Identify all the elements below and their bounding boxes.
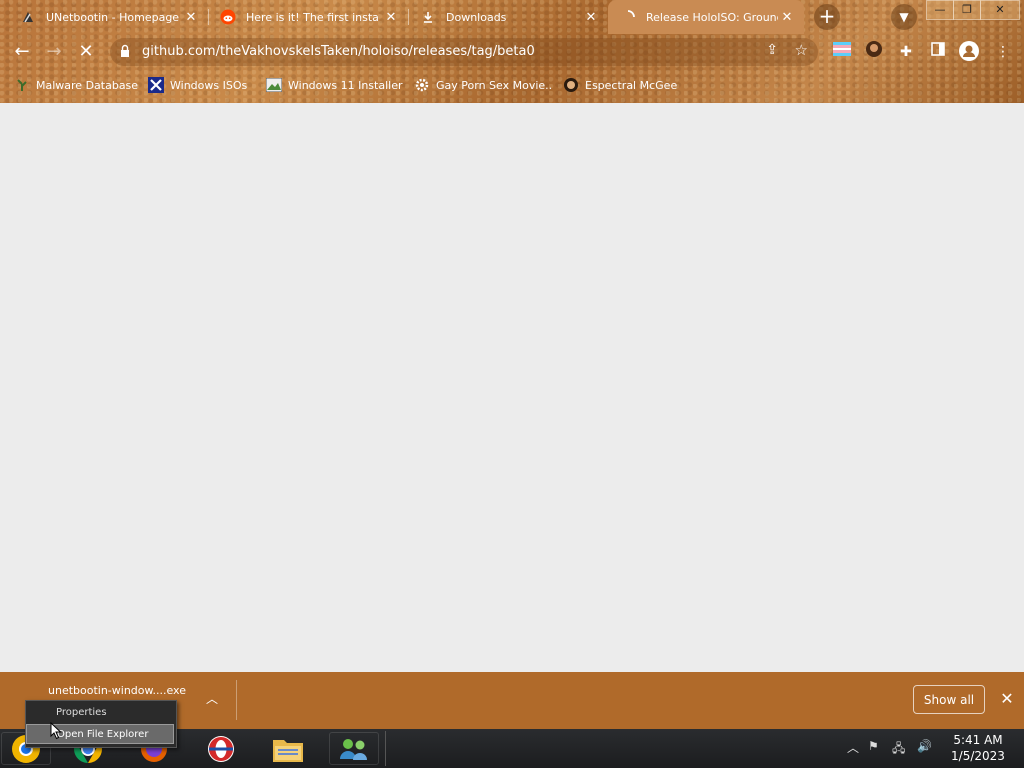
gear-icon (414, 77, 430, 93)
lock-icon (121, 44, 129, 57)
arrow-left-icon: ← (14, 41, 30, 62)
menu-item-open-file-explorer[interactable]: Open File Explorer (26, 724, 174, 744)
mouse-cursor-icon (50, 722, 62, 740)
bookmark-label: Gay Porn Sex Movie.. (436, 78, 553, 92)
unetbootin-icon (20, 9, 36, 25)
tab-holoiso-active[interactable]: Release HoloISO: Ground ✕ (608, 0, 804, 34)
tab-unetbootin[interactable]: UNetbootin - Homepage a ✕ (8, 3, 208, 31)
close-icon[interactable]: ✕ (382, 10, 400, 25)
bookmark-espectral-mcgee[interactable]: Espectral McGee (563, 75, 677, 95)
network-icon[interactable]: 🖧 (892, 739, 905, 760)
tab-downloads[interactable]: Downloads ✕ (408, 3, 608, 31)
close-download-bar-icon[interactable]: ✕ (998, 689, 1016, 708)
avatar-extension-icon[interactable] (863, 41, 885, 63)
star-icon[interactable]: ☆ (795, 41, 808, 59)
close-icon[interactable]: ✕ (778, 10, 796, 25)
show-hidden-icons-icon[interactable]: ︿ (847, 739, 859, 756)
github-loading-icon (620, 9, 636, 25)
download-file-name: unetbootin-window....exe (48, 684, 186, 697)
x-logo-icon (148, 77, 164, 93)
bookmark-windows-11-installer[interactable]: Windows 11 Installer (266, 75, 403, 95)
bookmarks-bar: Malware Database Windows ISOs Windows 11… (0, 72, 1024, 98)
taskbar-app-file-explorer[interactable] (262, 731, 314, 766)
taskbar-app-network-users[interactable] (328, 731, 380, 766)
menu-item-properties[interactable]: Properties (26, 703, 174, 723)
flag-icon[interactable]: ⚑ (868, 739, 879, 753)
bookmark-label: Windows ISOs (170, 78, 248, 92)
tab-title: Downloads (446, 10, 507, 24)
close-icon[interactable]: ✕ (582, 10, 600, 25)
clock-time: 5:41 AM (953, 733, 1003, 747)
back-button[interactable]: ← (10, 40, 34, 64)
page-content (0, 103, 1024, 672)
taskbar-divider (385, 731, 386, 766)
flag-extension-icon[interactable] (831, 41, 853, 63)
forward-button[interactable]: → (42, 40, 66, 64)
image-icon (266, 77, 282, 93)
minimize-button[interactable]: — (926, 0, 954, 20)
tab-title: UNetbootin - Homepage a (46, 10, 182, 24)
folder-icon (273, 739, 303, 762)
clock-date: 1/5/2023 (951, 749, 1005, 763)
browser-chrome: UNetbootin - Homepage a ✕ Here is it! Th… (0, 0, 1024, 103)
maximize-button[interactable]: ❐ (953, 0, 981, 20)
tab-strip: UNetbootin - Homepage a ✕ Here is it! Th… (0, 0, 1024, 34)
plant-icon (14, 77, 30, 93)
bookmark-gay-porn-sex-movie[interactable]: Gay Porn Sex Movie.. (414, 75, 552, 95)
close-window-button[interactable]: ✕ (980, 0, 1020, 20)
plus-icon: + (818, 4, 836, 28)
tab-title: Release HoloISO: Ground (646, 10, 778, 24)
bookmark-windows-isos[interactable]: Windows ISOs (148, 75, 247, 95)
menu-icon[interactable]: ⋮ (992, 41, 1014, 63)
tab-title: Here is it! The first insta (246, 10, 379, 24)
new-tab-button[interactable]: + (814, 4, 840, 30)
url-text: github.com/theVakhovskeIsTaken/holoiso/r… (142, 44, 535, 59)
arrow-right-icon: → (46, 41, 62, 62)
address-bar[interactable]: github.com/theVakhovskeIsTaken/holoiso/r… (110, 38, 818, 66)
bookmark-label: Espectral McGee (585, 78, 678, 92)
opera-icon (208, 735, 234, 762)
volume-icon[interactable]: 🔊 (917, 739, 932, 753)
system-clock[interactable]: 5:41 AM 1/5/2023 (948, 732, 1008, 764)
side-panel-icon[interactable] (927, 41, 949, 63)
stop-icon: ✕ (78, 41, 94, 62)
divider (236, 680, 237, 720)
users-icon (340, 738, 367, 760)
close-icon[interactable]: ✕ (182, 10, 200, 25)
taskbar-app-opera[interactable] (195, 731, 247, 766)
profile-icon[interactable] (958, 41, 980, 63)
bookmark-label: Malware Database (36, 78, 139, 92)
show-all-button[interactable]: Show all (913, 685, 985, 714)
bookmark-label: Windows 11 Installer (288, 78, 403, 92)
share-icon[interactable]: ⇪ (766, 42, 778, 58)
context-menu: Properties Open File Explorer (25, 700, 177, 748)
bookmark-malware-database[interactable]: Malware Database (14, 75, 138, 95)
download-icon (420, 9, 436, 25)
avatar-icon (563, 77, 579, 93)
tab-reddit[interactable]: Here is it! The first insta ✕ (208, 3, 408, 31)
tab-search-button[interactable]: ▼ (891, 4, 917, 30)
chevron-down-icon: ▼ (899, 10, 909, 24)
stop-button[interactable]: ✕ (74, 40, 98, 64)
reddit-icon (220, 9, 236, 25)
chevron-up-icon[interactable]: ︿ (206, 690, 218, 707)
toolbar: ← → ✕ github.com/theVakhovskeIsTaken/hol… (0, 34, 1024, 70)
puzzle-icon[interactable]: ✚ (895, 41, 917, 63)
